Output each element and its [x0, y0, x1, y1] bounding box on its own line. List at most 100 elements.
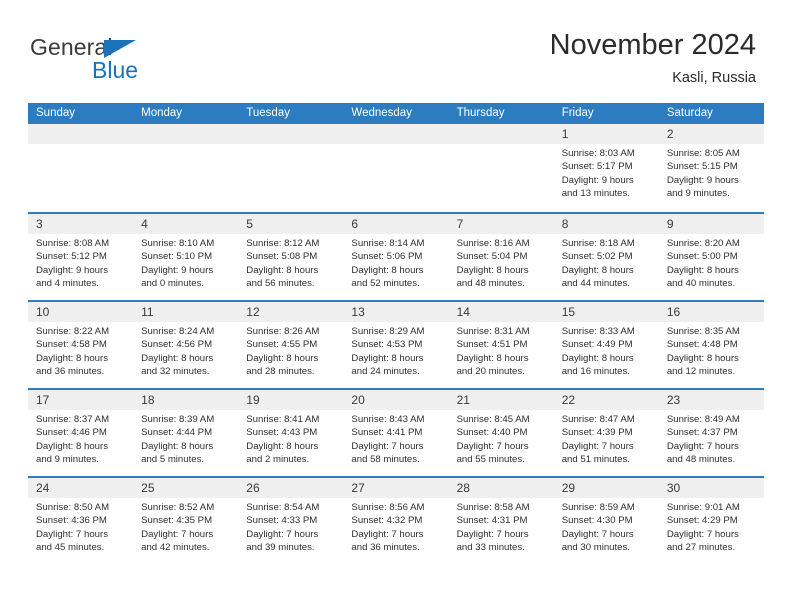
sunrise-time: Sunrise: 8:45 AM — [456, 414, 530, 425]
day-details: Sunrise: 8:33 AM Sunset: 4:49 PM Daylight:… — [554, 322, 659, 379]
weekday-header-thursday: Thursday — [456, 107, 505, 119]
day-number-band — [448, 124, 554, 144]
daylight-duration-line1: Daylight: 7 hours — [351, 528, 424, 540]
weekday-header-tuesday: Tuesday — [246, 107, 290, 119]
daylight-duration-line1: Daylight: 7 hours — [141, 528, 214, 540]
day-cell[interactable]: 1 Sunrise: 8:03 AM Sunset: 5:17 PM Daylight… — [553, 124, 659, 210]
day-number-band: 6 — [343, 214, 449, 234]
day-number-band: 26 — [238, 478, 344, 498]
day-number-band: 7 — [448, 214, 554, 234]
sunrise-time: Sunrise: 8:52 AM — [141, 502, 215, 513]
sunset-time: Sunset: 4:48 PM — [666, 339, 738, 351]
day-number: 30 — [666, 481, 681, 495]
day-cell[interactable]: 25 Sunrise: 8:52 AM Sunset: 4:35 PM Dayligh… — [133, 478, 239, 564]
daylight-duration-line1: Daylight: 8 hours — [246, 352, 319, 364]
sunrise-time: Sunrise: 8:26 AM — [246, 326, 320, 337]
day-details: Sunrise: 8:14 AM Sunset: 5:06 PM Daylight:… — [343, 234, 448, 291]
daylight-duration-line2: and 55 minutes. — [456, 454, 525, 466]
day-number: 14 — [456, 305, 470, 319]
day-cell[interactable]: 14 Sunrise: 8:31 AM Sunset: 4:51 PM Dayligh… — [448, 302, 554, 388]
day-details: Sunrise: 8:37 AM Sunset: 4:46 PM Daylight:… — [28, 410, 133, 467]
daylight-duration-line2: and 16 minutes. — [561, 366, 630, 378]
sunrise-time: Sunrise: 8:05 AM — [666, 148, 740, 159]
day-cell[interactable]: 26 Sunrise: 8:54 AM Sunset: 4:33 PM Dayligh… — [238, 478, 344, 564]
title-block: November 2024 Kasli, Russia — [550, 28, 756, 88]
day-cell[interactable]: 27 Sunrise: 8:56 AM Sunset: 4:32 PM Dayligh… — [343, 478, 449, 564]
day-cell[interactable]: 20 Sunrise: 8:43 AM Sunset: 4:41 PM Dayligh… — [343, 390, 449, 476]
day-number: 23 — [666, 393, 681, 407]
daylight-duration-line1: Daylight: 8 hours — [561, 264, 634, 276]
day-details: Sunrise: 8:43 AM Sunset: 4:41 PM Daylight:… — [343, 410, 448, 467]
sunrise-time: Sunrise: 8:08 AM — [36, 238, 110, 249]
daylight-duration-line1: Daylight: 7 hours — [351, 440, 424, 452]
day-number-band: 9 — [658, 214, 764, 234]
sunset-time: Sunset: 4:36 PM — [36, 515, 107, 527]
day-cell[interactable]: 30 Sunrise: 9:01 AM Sunset: 4:29 PM Dayligh… — [658, 478, 764, 564]
day-number-band: 1 — [553, 124, 659, 144]
day-cell[interactable]: 22 Sunrise: 8:47 AM Sunset: 4:39 PM Dayligh… — [553, 390, 659, 476]
daylight-duration-line2: and 32 minutes. — [141, 366, 210, 378]
day-cell[interactable]: 4 Sunrise: 8:10 AM Sunset: 5:10 PM Daylight… — [133, 214, 239, 300]
daylight-duration-line2: and 42 minutes. — [141, 542, 210, 554]
daylight-duration-line1: Daylight: 7 hours — [456, 440, 529, 452]
sunrise-time: Sunrise: 8:18 AM — [561, 238, 635, 249]
general-blue-logo[interactable]: General Blue — [30, 34, 210, 86]
day-number-band — [133, 124, 239, 144]
day-cell[interactable]: 5 Sunrise: 8:12 AM Sunset: 5:08 PM Daylight… — [238, 214, 344, 300]
day-number-band: 14 — [448, 302, 554, 322]
day-number: 7 — [456, 217, 464, 231]
day-cell[interactable]: 7 Sunrise: 8:16 AM Sunset: 5:04 PM Daylight… — [448, 214, 554, 300]
day-cell[interactable]: 29 Sunrise: 8:59 AM Sunset: 4:30 PM Dayligh… — [553, 478, 659, 564]
day-cell[interactable]: 3 Sunrise: 8:08 AM Sunset: 5:12 PM Daylight… — [28, 214, 134, 300]
day-number: 19 — [246, 393, 260, 407]
sunset-time: Sunset: 5:17 PM — [561, 161, 633, 173]
day-cell[interactable]: 9 Sunrise: 8:20 AM Sunset: 5:00 PM Daylight… — [658, 214, 764, 300]
day-cell[interactable]: 18 Sunrise: 8:39 AM Sunset: 4:44 PM Dayligh… — [133, 390, 239, 476]
day-cell[interactable]: 23 Sunrise: 8:49 AM Sunset: 4:37 PM Dayligh… — [658, 390, 764, 476]
day-cell[interactable]: 21 Sunrise: 8:45 AM Sunset: 4:40 PM Dayligh… — [448, 390, 554, 476]
day-number: 21 — [456, 393, 470, 407]
daylight-duration-line2: and 9 minutes. — [36, 454, 99, 466]
day-cell[interactable]: 10 Sunrise: 8:22 AM Sunset: 4:58 PM Dayligh… — [28, 302, 134, 388]
sunset-time: Sunset: 4:39 PM — [561, 427, 633, 439]
weekday-header-wednesday: Wednesday — [351, 107, 412, 119]
day-cell[interactable]: 16 Sunrise: 8:35 AM Sunset: 4:48 PM Dayligh… — [658, 302, 764, 388]
sunset-time: Sunset: 4:49 PM — [561, 339, 633, 351]
day-cell[interactable]: 28 Sunrise: 8:58 AM Sunset: 4:31 PM Dayligh… — [448, 478, 554, 564]
day-cell[interactable]: 12 Sunrise: 8:26 AM Sunset: 4:55 PM Dayligh… — [238, 302, 344, 388]
day-cell-empty — [28, 124, 134, 210]
day-cell[interactable]: 11 Sunrise: 8:24 AM Sunset: 4:56 PM Dayligh… — [133, 302, 239, 388]
sunset-time: Sunset: 4:29 PM — [666, 515, 738, 527]
week-row: 3 Sunrise: 8:08 AM Sunset: 5:12 PM Daylight… — [28, 212, 764, 300]
day-number-band: 30 — [658, 478, 764, 498]
day-cell[interactable]: 15 Sunrise: 8:33 AM Sunset: 4:49 PM Dayligh… — [553, 302, 659, 388]
day-details: Sunrise: 8:54 AM Sunset: 4:33 PM Daylight:… — [238, 498, 343, 555]
day-details: Sunrise: 8:20 AM Sunset: 5:00 PM Daylight:… — [659, 234, 764, 291]
day-details: Sunrise: 8:47 AM Sunset: 4:39 PM Daylight:… — [554, 410, 659, 467]
day-number-band: 19 — [238, 390, 344, 410]
sunset-time: Sunset: 4:56 PM — [141, 339, 213, 351]
daylight-duration-line2: and 36 minutes. — [36, 366, 105, 378]
page-title: November 2024 — [549, 29, 756, 61]
day-number: 29 — [561, 481, 576, 495]
day-cell[interactable]: 8 Sunrise: 8:18 AM Sunset: 5:02 PM Daylight… — [553, 214, 659, 300]
sunset-time: Sunset: 4:35 PM — [141, 515, 213, 527]
day-cell[interactable]: 2 Sunrise: 8:05 AM Sunset: 5:15 PM Daylight… — [658, 124, 764, 210]
day-details: Sunrise: 8:05 AM Sunset: 5:15 PM Daylight:… — [659, 144, 764, 201]
sunset-time: Sunset: 5:06 PM — [351, 251, 423, 263]
day-cell[interactable]: 24 Sunrise: 8:50 AM Sunset: 4:36 PM Dayligh… — [28, 478, 134, 564]
day-details: Sunrise: 8:45 AM Sunset: 4:40 PM Daylight:… — [449, 410, 554, 467]
daylight-duration-line2: and 40 minutes. — [666, 278, 736, 290]
day-cell[interactable]: 19 Sunrise: 8:41 AM Sunset: 4:43 PM Dayligh… — [238, 390, 344, 476]
day-cell[interactable]: 13 Sunrise: 8:29 AM Sunset: 4:53 PM Dayligh… — [343, 302, 449, 388]
sunset-time: Sunset: 4:31 PM — [456, 515, 528, 527]
day-cell[interactable]: 6 Sunrise: 8:14 AM Sunset: 5:06 PM Daylight… — [343, 214, 449, 300]
day-number-band: 23 — [658, 390, 764, 410]
sunset-time: Sunset: 4:30 PM — [561, 515, 633, 527]
day-number: 17 — [36, 393, 50, 407]
day-details: Sunrise: 8:56 AM Sunset: 4:32 PM Daylight:… — [343, 498, 448, 555]
day-cell[interactable]: 17 Sunrise: 8:37 AM Sunset: 4:46 PM Dayligh… — [28, 390, 134, 476]
sunrise-time: Sunrise: 8:33 AM — [561, 326, 635, 337]
daylight-duration-line1: Daylight: 8 hours — [36, 440, 108, 452]
day-number: 9 — [666, 217, 674, 231]
